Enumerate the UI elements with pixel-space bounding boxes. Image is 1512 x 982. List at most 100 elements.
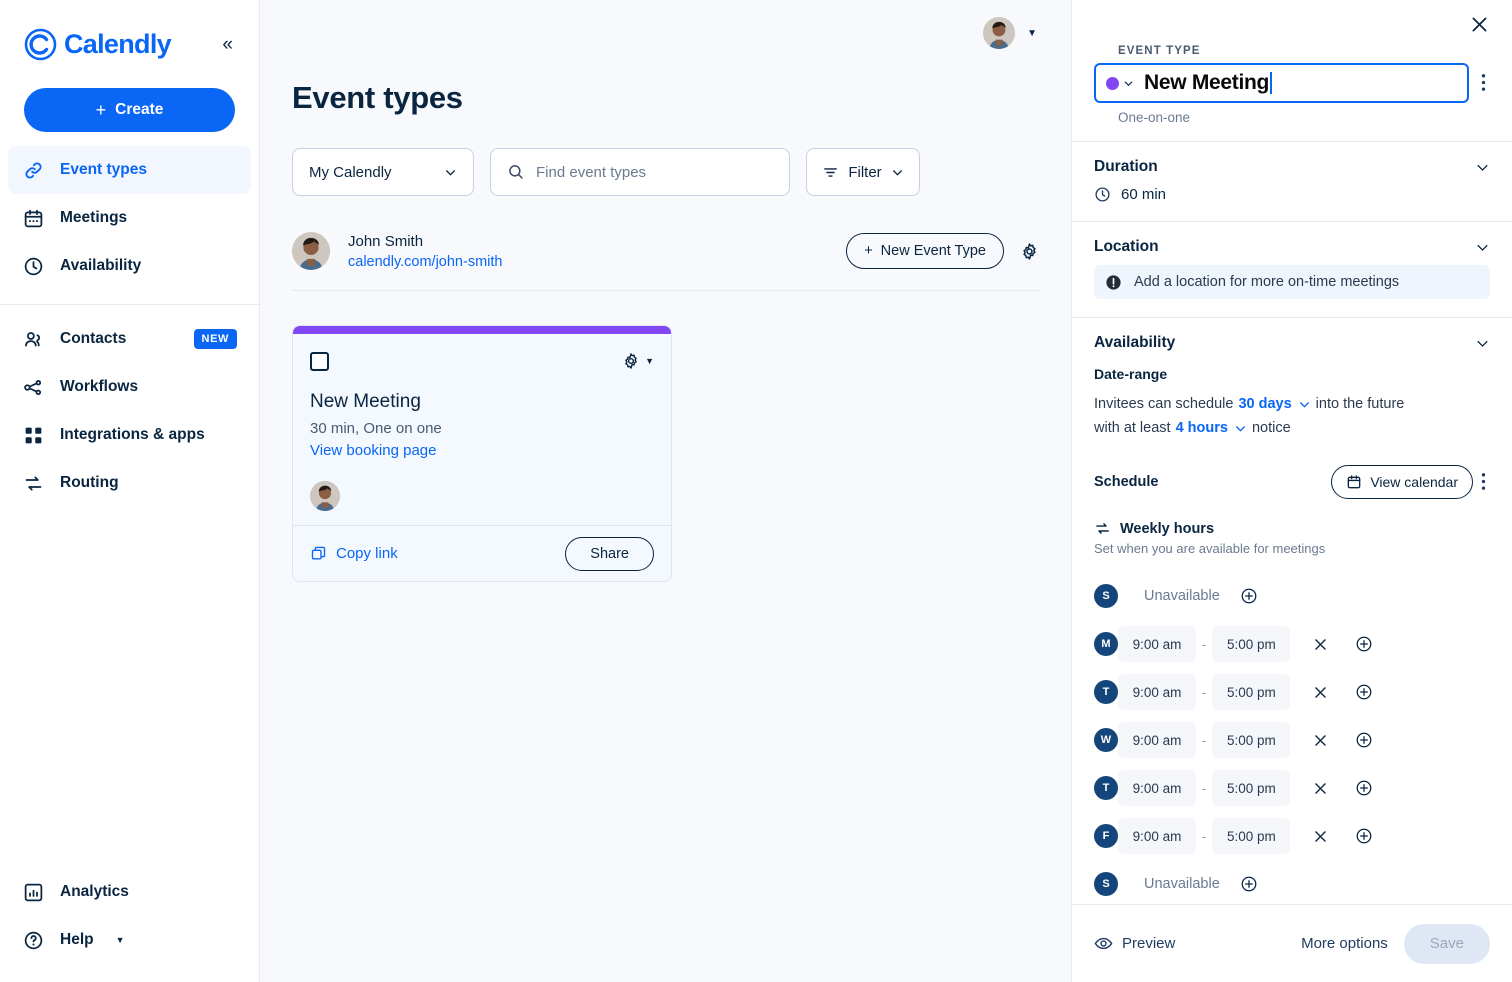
filter-button[interactable]: Filter: [806, 148, 920, 196]
sidebar-item-contacts[interactable]: Contacts NEW: [8, 315, 251, 363]
location-section-header[interactable]: Location: [1094, 238, 1490, 256]
collapse-sidebar-icon[interactable]: «: [218, 33, 237, 56]
sidebar: Calendly « + Create Event types Meetings…: [0, 0, 260, 982]
close-icon[interactable]: [1469, 14, 1490, 35]
event-type-kind: One-on-one: [1118, 110, 1191, 125]
day-badge: S: [1094, 872, 1118, 896]
card-footer: Copy link Share: [293, 525, 671, 581]
interval-start-time[interactable]: 9:00 am: [1118, 818, 1196, 854]
interval-end-time[interactable]: 5:00 pm: [1212, 770, 1291, 806]
date-range-line-1: Invitees can schedule 30 days into the f…: [1094, 392, 1490, 416]
save-button[interactable]: Save: [1403, 923, 1490, 964]
more-options-button[interactable]: More options: [1301, 935, 1388, 952]
view-calendar-button[interactable]: View calendar: [1331, 464, 1473, 499]
sidebar-item-help[interactable]: Help ▼: [8, 916, 251, 964]
add-interval-icon[interactable]: [1240, 587, 1258, 605]
sidebar-item-analytics[interactable]: Analytics: [8, 868, 251, 916]
remove-interval-icon[interactable]: [1312, 780, 1329, 797]
user-booking-url[interactable]: calendly.com/john-smith: [348, 254, 502, 270]
add-interval-icon[interactable]: [1355, 635, 1373, 653]
interval-start-time[interactable]: 9:00 am: [1118, 722, 1196, 758]
chevron-down-icon: [1234, 422, 1247, 435]
bar-chart-icon: [22, 881, 44, 903]
location-section: Location Add a location for more on-time…: [1072, 222, 1512, 318]
interval-start-time[interactable]: 9:00 am: [1118, 770, 1196, 806]
gear-icon[interactable]: [1020, 242, 1039, 261]
nav-group-primary: Event types Meetings Availability: [0, 132, 259, 290]
eye-icon: [1094, 934, 1113, 953]
sidebar-item-label: Contacts: [60, 330, 127, 347]
interval-end-time[interactable]: 5:00 pm: [1212, 722, 1291, 758]
panel-more-menu-icon[interactable]: [1477, 63, 1490, 102]
add-interval-icon[interactable]: [1355, 827, 1373, 845]
weekly-hours-label: Weekly hours: [1120, 520, 1215, 537]
schedule-more-menu-icon[interactable]: [1477, 462, 1490, 501]
create-button[interactable]: + Create: [24, 88, 235, 132]
notice-hours-select[interactable]: 4 hours: [1176, 416, 1247, 440]
chevron-down-icon[interactable]: [1475, 240, 1490, 255]
date-range-suffix: into the future: [1315, 396, 1405, 412]
interval-end-time[interactable]: 5:00 pm: [1212, 674, 1291, 710]
chevron-down-icon[interactable]: [1123, 78, 1134, 89]
search-input[interactable]: [536, 163, 773, 181]
chevron-down-icon[interactable]: ▼: [1027, 28, 1037, 39]
sidebar-item-routing[interactable]: Routing: [8, 459, 251, 507]
availability-section-header[interactable]: Availability: [1094, 334, 1490, 352]
copy-link-button[interactable]: Copy link: [310, 545, 398, 562]
chevron-down-icon[interactable]: [1475, 336, 1490, 351]
remove-interval-icon[interactable]: [1312, 684, 1329, 701]
event-name-input[interactable]: New Meeting: [1094, 63, 1469, 103]
card-body: ▼ New Meeting 30 min, One on one View bo…: [293, 334, 671, 525]
add-interval-icon[interactable]: [1355, 731, 1373, 749]
search-box[interactable]: [490, 148, 790, 196]
clock-icon: [1094, 186, 1111, 203]
text-cursor: [1270, 72, 1272, 94]
new-event-type-button[interactable]: + New Event Type: [846, 233, 1004, 269]
event-type-edit-panel: EVENT TYPE New Meeting One-on-one Durati…: [1072, 0, 1512, 982]
add-interval-icon[interactable]: [1240, 875, 1258, 893]
view-booking-page-link[interactable]: View booking page: [310, 442, 654, 459]
brand-row: Calendly «: [0, 0, 259, 66]
calendly-logo[interactable]: Calendly: [24, 28, 172, 61]
organization-select[interactable]: My Calendly: [292, 148, 474, 196]
add-interval-icon[interactable]: [1355, 779, 1373, 797]
card-select-checkbox[interactable]: [310, 352, 329, 371]
card-settings-menu[interactable]: ▼: [622, 352, 654, 370]
chevron-down-icon[interactable]: [1475, 160, 1490, 175]
remove-interval-icon[interactable]: [1312, 828, 1329, 845]
share-button[interactable]: Share: [565, 536, 654, 571]
date-range-days-select[interactable]: 30 days: [1238, 392, 1310, 416]
topbar: ▼: [260, 0, 1071, 66]
search-icon: [507, 163, 525, 181]
preview-button[interactable]: Preview: [1094, 934, 1175, 953]
filter-icon: [822, 164, 839, 181]
filters-row: My Calendly Filter: [260, 116, 1071, 196]
sidebar-item-integrations[interactable]: Integrations & apps: [8, 411, 251, 459]
card-subtitle: 30 min, One on one: [310, 420, 442, 437]
time-separator: -: [1202, 684, 1207, 700]
interval-end-time[interactable]: 5:00 pm: [1212, 626, 1291, 662]
event-color-dot[interactable]: [1106, 76, 1119, 90]
interval-start-time[interactable]: 9:00 am: [1118, 626, 1196, 662]
panel-body: Duration 60 min Location Add a location …: [1072, 142, 1512, 904]
sidebar-item-availability[interactable]: Availability: [8, 242, 251, 290]
avatar[interactable]: [983, 17, 1016, 49]
location-warning-banner[interactable]: Add a location for more on-time meetings: [1094, 265, 1490, 299]
sidebar-item-event-types[interactable]: Event types: [8, 146, 251, 194]
sidebar-item-meetings[interactable]: Meetings: [8, 194, 251, 242]
duration-section-header[interactable]: Duration: [1094, 158, 1490, 176]
panel-footer: Preview More options Save: [1072, 904, 1512, 982]
duration-value: 60 min: [1121, 186, 1167, 203]
remove-interval-icon[interactable]: [1312, 636, 1329, 653]
panel-header: EVENT TYPE New Meeting One-on-one: [1072, 0, 1512, 142]
interval-start-time[interactable]: 9:00 am: [1118, 674, 1196, 710]
event-type-card[interactable]: ▼ New Meeting 30 min, One on one View bo…: [292, 325, 672, 582]
add-interval-icon[interactable]: [1355, 683, 1373, 701]
nav-group-bottom: Analytics Help ▼: [0, 868, 259, 982]
day-row: T 9:00 am - 5:00 pm: [1094, 764, 1490, 812]
preview-label: Preview: [1122, 935, 1176, 952]
remove-interval-icon[interactable]: [1312, 732, 1329, 749]
sidebar-item-workflows[interactable]: Workflows: [8, 363, 251, 411]
app-window: Calendly « + Create Event types Meetings…: [0, 0, 1512, 982]
interval-end-time[interactable]: 5:00 pm: [1212, 818, 1291, 854]
